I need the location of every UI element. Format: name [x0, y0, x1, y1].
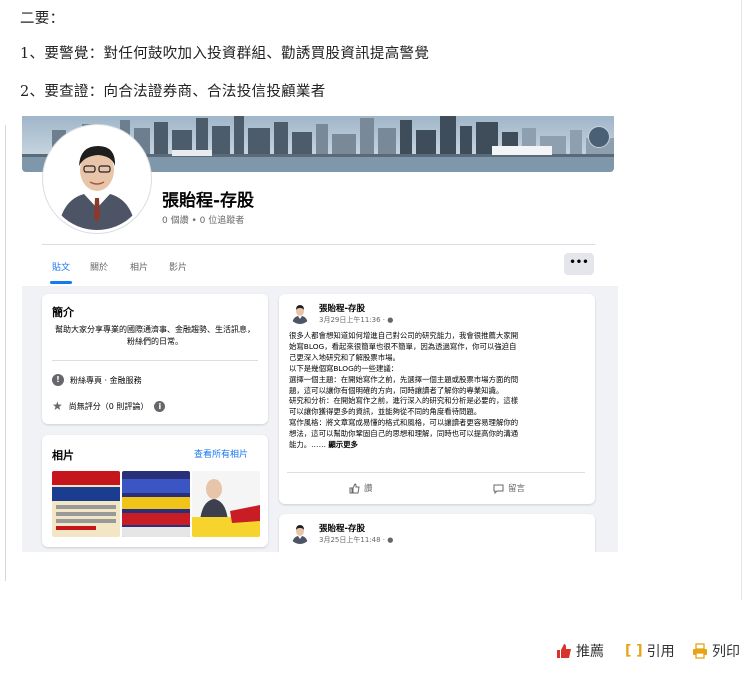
- tab-posts[interactable]: 貼文: [52, 260, 70, 273]
- post-author-name[interactable]: 張貽程-存股: [319, 522, 365, 534]
- post-line: 以下是幾個寫BLOG的一些建議：: [289, 363, 399, 373]
- post-line: 寫作風格：將文章寫成易懂的格式和風格，可以讓讀者更容易理解你的: [289, 418, 519, 428]
- recommend-label: 推薦: [576, 644, 604, 660]
- active-tab-indicator: [50, 281, 72, 284]
- photo-thumbnail[interactable]: [122, 471, 190, 537]
- intro-text: 幫助大家分享專業的國際通濟事、金融趨勢、生活訊息，粉絲們的日常。: [55, 325, 255, 346]
- star-icon: ★: [52, 399, 63, 413]
- tab-videos[interactable]: 影片: [169, 260, 187, 273]
- category-row: ! 粉絲專頁 · 金融服務: [52, 374, 142, 386]
- recommend-button[interactable]: 推薦: [556, 641, 604, 661]
- post-date[interactable]: 3月29日上午11:36 · ●: [319, 315, 393, 325]
- article-heading: 二要：: [20, 11, 65, 27]
- globe-icon: ●: [387, 536, 394, 544]
- thumbs-up-icon: [349, 482, 360, 493]
- photo-thumbnail[interactable]: [52, 471, 120, 537]
- rating-row: ★ 尚無評分（0 則評論） i: [52, 399, 166, 413]
- page-stats: 0 個讚 • 0 位追蹤者: [162, 216, 245, 226]
- comment-button[interactable]: 留言: [493, 482, 525, 494]
- post-line: 己更深入地研究和了解股票市場。: [289, 352, 400, 362]
- article-item-2: 2、要查證：向合法證券商、合法投信投顧業者: [20, 84, 326, 100]
- post-line: 想法，這可以幫助你鞏固自己的思想和理解，同時也可以提高你的溝通: [289, 429, 519, 439]
- left-border: [0, 125, 6, 581]
- like-button[interactable]: 讚: [349, 482, 373, 494]
- post-author-avatar[interactable]: [289, 522, 311, 544]
- see-more-link[interactable]: 顯示更多: [328, 440, 358, 449]
- intro-title: 簡介: [52, 306, 74, 319]
- post-body: 很多人都會想知道如何增進自己對公司的研究能力，我會很推薦大家開 始寫BLOG，看…: [289, 331, 585, 451]
- post-date[interactable]: 3月25日上午11:48 · ●: [319, 535, 393, 545]
- post-date-text: 3月29日上午11:36 ·: [319, 316, 388, 324]
- post-line-last: 能力。…… 顯示更多: [289, 440, 585, 451]
- photo-thumbnail[interactable]: [192, 471, 260, 537]
- feed-area: 簡介 幫助大家分享專業的國際通濟事、金融趨勢、生活訊息，粉絲們的日常。 ! 粉絲…: [22, 286, 618, 552]
- post-line: 選擇一個主題：在開始寫作之前，先選擇一個主題或股票市場方面的問: [289, 374, 519, 384]
- photos-card: 相片 查看所有相片: [42, 435, 268, 547]
- camera-icon[interactable]: [588, 126, 610, 148]
- cite-button[interactable]: [ ] 引用: [625, 641, 675, 661]
- comment-label: 留言: [508, 484, 526, 494]
- rating-info-icon[interactable]: i: [154, 400, 166, 412]
- photos-title: 相片: [52, 449, 74, 462]
- printer-icon: [693, 643, 707, 659]
- thumbs-up-icon: [557, 644, 571, 658]
- post-author-name[interactable]: 張貽程-存股: [319, 302, 365, 314]
- post-line: 題，這可以讓你有個明確的方向，同時讓讀者了解你的專業知識。: [289, 385, 504, 395]
- category-label: 粉絲專頁 · 金融服務: [70, 375, 142, 385]
- post-card: 張貽程-存股 3月25日上午11:48 · ●: [279, 514, 595, 552]
- info-icon: !: [52, 374, 64, 386]
- post-date-text: 3月25日上午11:48 ·: [319, 536, 388, 544]
- comment-icon: [493, 484, 504, 494]
- post-line: 可以讓你獲得更多的資訊，並能夠從不同的角度看待問題。: [289, 407, 482, 417]
- right-border: [741, 0, 742, 600]
- article-item-1: 1、要警覺：對任何鼓吹加入投資群組、勸誘買股資訊提高警覺: [20, 46, 430, 62]
- more-options-button[interactable]: •••: [564, 253, 594, 275]
- see-all-photos-link[interactable]: 查看所有相片: [194, 447, 248, 460]
- globe-icon: ●: [387, 316, 394, 324]
- bracket-icon: [ ]: [625, 643, 643, 659]
- post-separator: [287, 472, 585, 473]
- page-name[interactable]: 張貽程-存股: [162, 186, 254, 211]
- tab-photos[interactable]: 相片: [130, 260, 148, 273]
- facebook-page-embed[interactable]: 張貽程-存股 0 個讚 • 0 位追蹤者 貼文 關於 相片 影片 ••• 簡介 …: [22, 116, 618, 552]
- post-line: 研究和分析：在開始寫作之前，進行深入的研究和分析是必要的，這樣: [289, 396, 519, 406]
- post-line: 很多人都會想知道如何增進自己對公司的研究能力，我會很推薦大家開: [289, 331, 519, 340]
- like-label: 讚: [364, 484, 373, 494]
- tabs-divider: [42, 244, 595, 245]
- tab-about[interactable]: 關於: [90, 260, 108, 273]
- post-line: 始寫BLOG，看起來很簡單也很不簡單，因為透過寫作，你可以強迫自: [289, 341, 517, 351]
- print-button[interactable]: 列印: [692, 641, 740, 661]
- profile-avatar[interactable]: [43, 125, 151, 233]
- print-label: 列印: [712, 644, 740, 660]
- intro-separator: [52, 360, 258, 361]
- cite-label: 引用: [646, 644, 675, 660]
- post-card: 張貽程-存股 3月29日上午11:36 · ● 很多人都會想知道如何增進自己對公…: [279, 294, 595, 504]
- post-last-line: 能力。……: [289, 440, 326, 450]
- rating-label: 尚無評分（0 則評論）: [68, 401, 149, 411]
- intro-card: 簡介 幫助大家分享專業的國際通濟事、金融趨勢、生活訊息，粉絲們的日常。 ! 粉絲…: [42, 294, 268, 424]
- post-author-avatar[interactable]: [289, 302, 311, 324]
